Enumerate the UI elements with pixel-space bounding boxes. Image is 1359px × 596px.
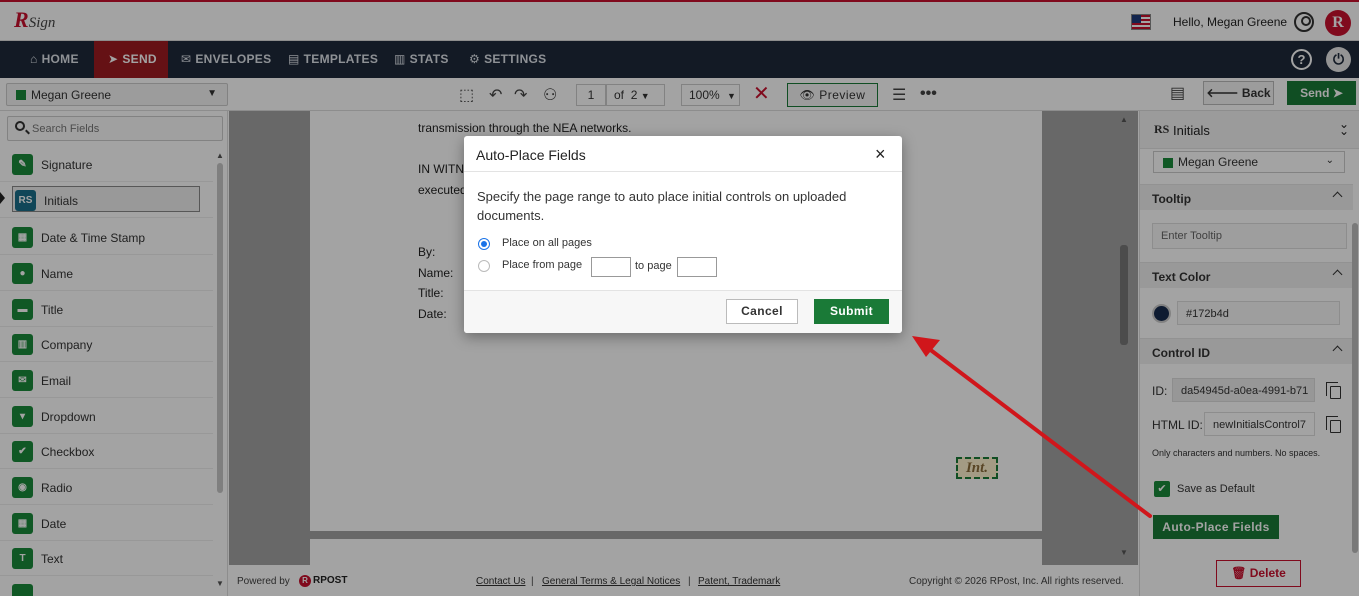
to-page-input[interactable] xyxy=(677,257,717,277)
auto-place-modal: Auto-Place Fields × Specify the page ran… xyxy=(464,136,902,333)
cancel-button[interactable]: Cancel xyxy=(726,299,798,324)
modal-title: Auto-Place Fields xyxy=(476,147,586,163)
submit-button[interactable]: Submit xyxy=(814,299,889,324)
from-page-input[interactable] xyxy=(591,257,631,277)
modal-description: Specify the page range to auto place ini… xyxy=(477,189,847,223)
place-range-radio[interactable] xyxy=(478,260,490,272)
modal-header: Auto-Place Fields × xyxy=(464,136,902,172)
close-icon[interactable]: × xyxy=(875,145,886,163)
place-all-pages-radio[interactable] xyxy=(478,238,490,250)
